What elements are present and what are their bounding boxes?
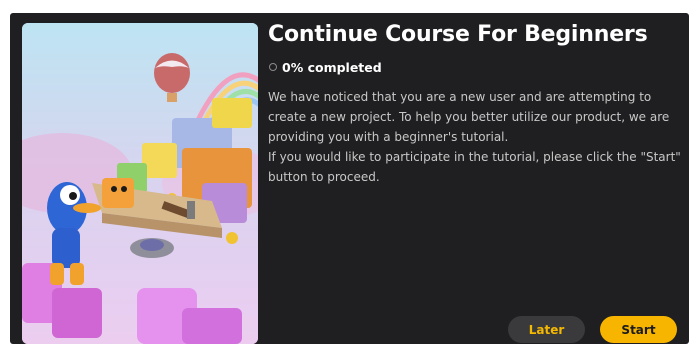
dialog-title: Continue Course For Beginners bbox=[268, 22, 648, 47]
start-button[interactable]: Start bbox=[600, 316, 677, 343]
progress-text: 0% completed bbox=[282, 59, 382, 75]
progress-ring-icon bbox=[269, 63, 277, 71]
course-dialog: Continue Course For Beginners 0% complet… bbox=[10, 13, 689, 344]
progress-indicator: 0% completed bbox=[269, 59, 382, 75]
description-paragraph: If you would like to participate in the … bbox=[268, 150, 681, 184]
description-paragraph: We have noticed that you are a new user … bbox=[268, 90, 670, 144]
hero-illustration bbox=[22, 23, 258, 344]
later-button[interactable]: Later bbox=[508, 316, 585, 343]
dialog-description: We have noticed that you are a new user … bbox=[268, 87, 683, 187]
